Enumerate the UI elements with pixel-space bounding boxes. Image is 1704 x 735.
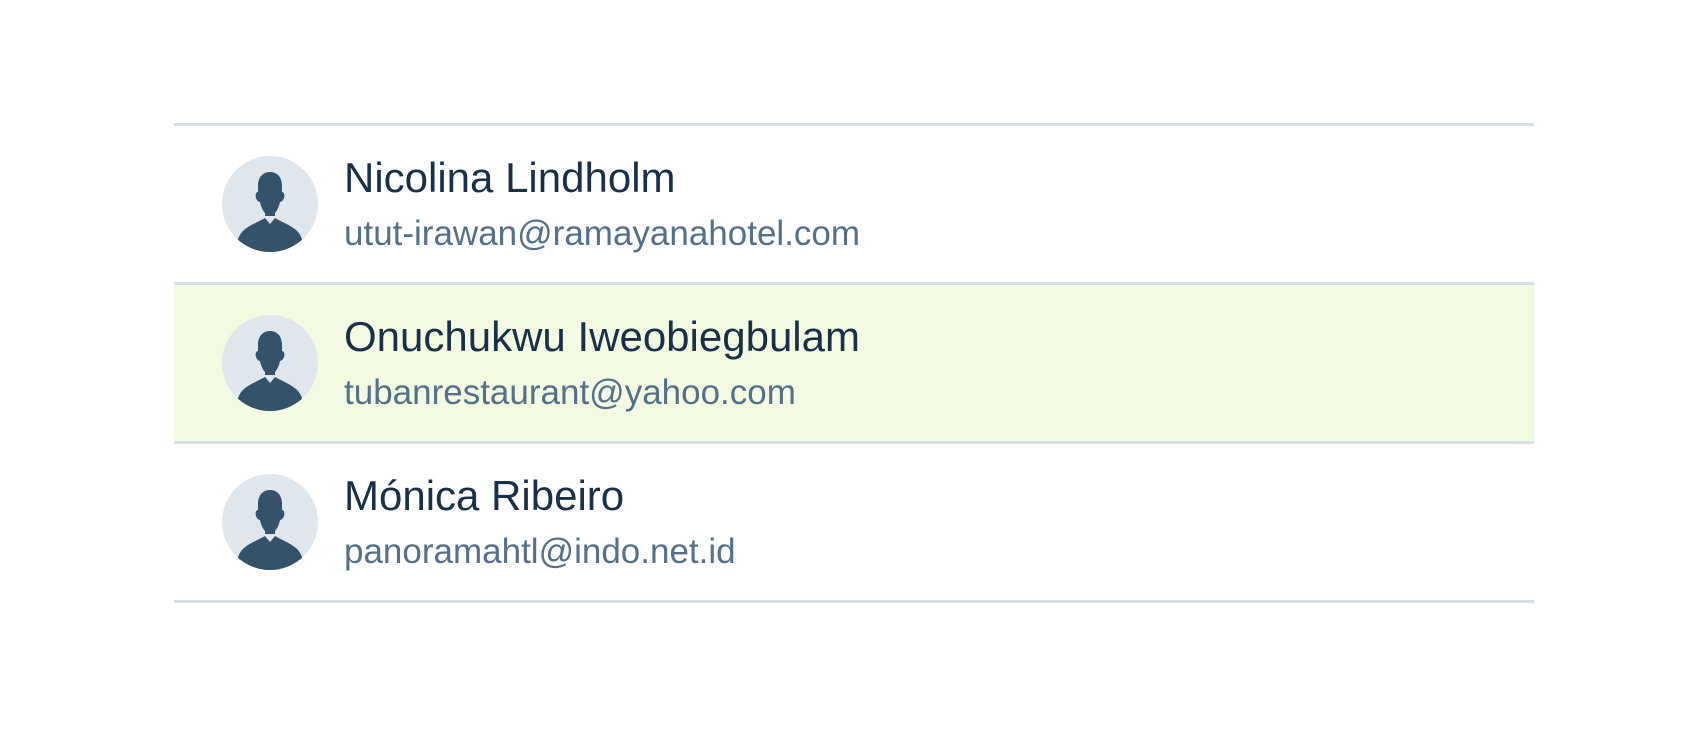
avatar	[222, 474, 318, 570]
contact-row-monica-ribeiro[interactable]: Mónica Ribeiro panoramahtl@indo.net.id	[174, 444, 1534, 603]
contact-row-nicolina-lindholm[interactable]: Nicolina Lindholm utut-irawan@ramayanaho…	[174, 126, 1534, 285]
contact-row-onuchukwu-iweobiegbulam[interactable]: Onuchukwu Iweobiegbulam tubanrestaurant@…	[174, 285, 1534, 444]
avatar	[222, 156, 318, 252]
contact-list: Nicolina Lindholm utut-irawan@ramayanaho…	[174, 123, 1534, 603]
contact-name: Nicolina Lindholm	[344, 154, 676, 201]
contact-name: Mónica Ribeiro	[344, 472, 625, 519]
person-silhouette-icon	[236, 490, 304, 570]
contact-email: utut-irawan@ramayanahotel.com	[344, 214, 861, 253]
contact-email: panoramahtl@indo.net.id	[344, 532, 736, 571]
person-silhouette-icon	[236, 172, 304, 252]
person-silhouette-icon	[236, 331, 304, 411]
contact-name: Onuchukwu Iweobiegbulam	[344, 313, 860, 360]
contact-email: tubanrestaurant@yahoo.com	[344, 373, 796, 412]
avatar	[222, 315, 318, 411]
